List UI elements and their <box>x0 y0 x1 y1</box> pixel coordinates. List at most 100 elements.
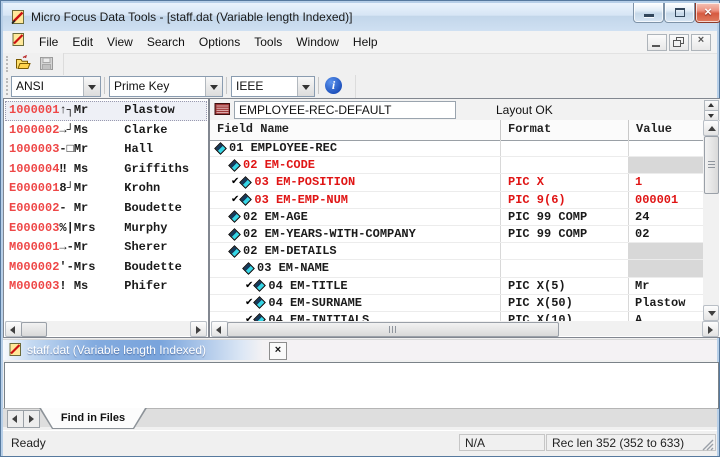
mdi-restore-button[interactable] <box>669 34 689 51</box>
document-close-button[interactable]: × <box>269 342 287 360</box>
column-value[interactable]: Value <box>629 120 703 140</box>
format-cell: PIC 9(6) <box>501 192 629 208</box>
float-format-dropdown-button[interactable] <box>297 77 314 96</box>
save-file-button[interactable] <box>38 55 58 73</box>
tab-scroll-left-button[interactable] <box>7 410 24 428</box>
scroll-right-button[interactable] <box>190 321 207 337</box>
mdi-minimize-button[interactable] <box>647 34 667 51</box>
menu-file[interactable]: File <box>32 32 65 52</box>
record-row[interactable]: 1000002→┘Ms Clarke <box>5 121 207 141</box>
layout-table-body: 01 EMPLOYEE-REC02 EM-CODE✔03 EM-POSITION… <box>210 140 703 321</box>
hscroll-thumb[interactable] <box>21 322 47 337</box>
scroll-left-button[interactable] <box>211 321 228 337</box>
menu-help[interactable]: Help <box>346 32 385 52</box>
value-cell <box>629 140 703 156</box>
layout-row[interactable]: ✔04 EM-TITLEPIC X(5)Mr <box>210 278 703 295</box>
maximize-button[interactable] <box>664 3 695 23</box>
menu-options[interactable]: Options <box>192 32 247 52</box>
field-name-text: 04 EM-TITLE <box>268 278 347 294</box>
value-cell: 1 <box>629 174 703 190</box>
record-row[interactable]: M000003! Ms Phifer <box>5 277 207 297</box>
layout-row[interactable]: 03 EM-NAME <box>210 260 703 277</box>
close-button[interactable]: × <box>695 3 720 23</box>
scroll-up-button[interactable] <box>703 120 719 136</box>
format-cell: PIC 99 COMP <box>501 209 629 225</box>
menu-view[interactable]: View <box>100 32 140 52</box>
record-row[interactable]: E0000018┘Mr Krohn <box>5 179 207 199</box>
layout-hscrollbar[interactable] <box>211 321 719 336</box>
layout-row[interactable]: ✔03 EM-EMP-NUMPIC 9(6)000001 <box>210 192 703 209</box>
record-binary-glyphs: 8┘ <box>59 181 73 195</box>
record-row[interactable]: E000002- Mr Boudette <box>5 199 207 219</box>
key-value: Prime Key <box>114 79 169 93</box>
record-name-text: Ms Phifer <box>74 279 168 293</box>
menu-window[interactable]: Window <box>289 32 346 52</box>
document-tab[interactable]: staff.dat (Variable length Indexed) <box>3 340 263 360</box>
tab-find-in-files[interactable]: Find in Files <box>39 408 147 429</box>
record-list: 1000001↑┐Mr Plastow1000002→┘Ms Clarke100… <box>5 101 207 321</box>
info-icon[interactable]: i <box>325 77 342 94</box>
layout-row[interactable]: ✔04 EM-INITIALSPIC X(10)A <box>210 312 703 321</box>
open-file-button[interactable] <box>14 55 34 73</box>
key-dropdown-button[interactable] <box>205 77 222 96</box>
vscroll-thumb[interactable] <box>704 136 719 194</box>
menu-edit[interactable]: Edit <box>65 32 100 52</box>
layout-row[interactable]: 02 EM-AGEPIC 99 COMP24 <box>210 209 703 226</box>
record-binary-glyphs: '- <box>59 260 73 274</box>
record-id: 1000001 <box>9 103 59 117</box>
record-layout-icon[interactable] <box>214 101 231 122</box>
record-spinner <box>704 100 718 119</box>
column-field-name[interactable]: Field Name <box>210 120 501 140</box>
record-row[interactable]: E000003%|Mrs Murphy <box>5 219 207 239</box>
field-name-text: 03 EM-NAME <box>257 260 329 276</box>
record-name-text: Mr Krohn <box>74 181 160 195</box>
toolbar-separator <box>226 77 227 94</box>
record-name-text: Mr Plastow <box>74 103 175 117</box>
record-name-field[interactable]: EMPLOYEE-REC-DEFAULT <box>234 101 456 119</box>
scroll-down-button[interactable] <box>703 305 719 321</box>
resize-grip[interactable] <box>701 438 714 451</box>
layout-row[interactable]: 02 EM-DETAILS <box>210 243 703 260</box>
layout-row[interactable]: ✔04 EM-SURNAMEPIC X(50)Plastow <box>210 295 703 312</box>
field-name-cell: 01 EMPLOYEE-REC <box>210 140 501 156</box>
check-icon: ✔ <box>231 195 239 205</box>
record-row[interactable]: M000001→-Mr Sherer <box>5 238 207 258</box>
scroll-right-button[interactable] <box>702 321 719 337</box>
record-name-text: Mr Hall <box>74 142 153 156</box>
toolbar-grip-2[interactable] <box>6 78 8 95</box>
output-tab-strip: Find in Files <box>3 408 717 430</box>
hscroll-thumb[interactable] <box>227 322 559 337</box>
record-row[interactable]: 1000001↑┐Mr Plastow <box>5 101 207 121</box>
minimize-icon <box>644 14 654 17</box>
field-diamond-icon <box>254 279 267 292</box>
tab-scroll-right-button[interactable] <box>23 410 40 428</box>
key-combobox[interactable]: Prime Key <box>109 76 223 97</box>
column-format[interactable]: Format <box>501 120 629 140</box>
output-panel[interactable] <box>4 362 719 409</box>
menu-tools[interactable]: Tools <box>247 32 289 52</box>
layout-table-header: Field Name Format Value <box>210 120 703 141</box>
record-row[interactable]: M000002'-Mrs Boudette <box>5 258 207 278</box>
document-icon[interactable] <box>11 32 26 52</box>
record-list-hscrollbar[interactable] <box>5 321 207 336</box>
document-tab-icon <box>8 342 24 358</box>
float-format-combobox[interactable]: IEEE <box>231 76 315 97</box>
charset-combobox[interactable]: ANSI <box>11 76 101 97</box>
check-icon: ✔ <box>245 298 253 308</box>
record-id: 1000003 <box>9 142 59 156</box>
scroll-left-button[interactable] <box>5 321 22 337</box>
record-row[interactable]: 1000003-□Mr Hall <box>5 140 207 160</box>
layout-row[interactable]: ✔03 EM-POSITIONPIC X1 <box>210 174 703 191</box>
record-row[interactable]: 1000004‼ Ms Griffiths <box>5 160 207 180</box>
value-cell <box>629 260 703 276</box>
layout-row[interactable]: 02 EM-YEARS-WITH-COMPANYPIC 99 COMP02 <box>210 226 703 243</box>
layout-row[interactable]: 02 EM-CODE <box>210 157 703 174</box>
charset-dropdown-button[interactable] <box>83 77 100 96</box>
mdi-close-button[interactable]: × <box>691 34 711 51</box>
menu-search[interactable]: Search <box>140 32 192 52</box>
minimize-button[interactable] <box>633 3 664 23</box>
title-bar[interactable]: Micro Focus Data Tools - [staff.dat (Var… <box>3 3 717 31</box>
layout-vscrollbar[interactable] <box>703 120 719 321</box>
toolbar-grip[interactable] <box>6 56 8 72</box>
layout-row[interactable]: 01 EMPLOYEE-REC <box>210 140 703 157</box>
